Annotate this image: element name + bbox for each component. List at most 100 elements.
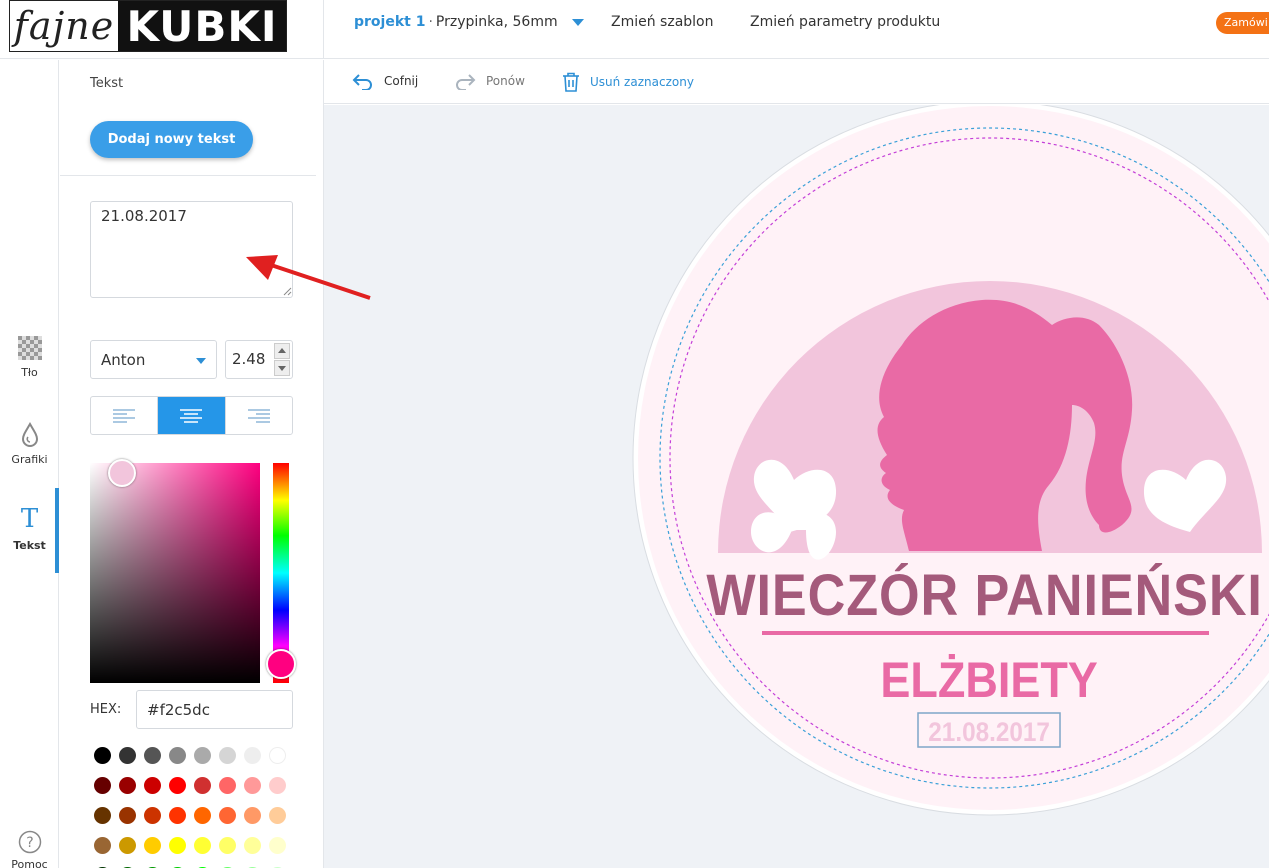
undo-label: Cofnij [384, 74, 419, 88]
rail-label-background: Tło [21, 366, 38, 379]
color-swatch[interactable] [219, 836, 236, 854]
swatch-row [94, 800, 294, 830]
redo-label: Ponów [486, 74, 525, 88]
rail-item-graphics[interactable]: Grafiki [0, 422, 59, 466]
add-text-button[interactable]: Dodaj nowy tekst [90, 121, 253, 158]
design-canvas[interactable]: WIECZÓR PANIEŃSKI ELŻBIETY 21.08.2017 [324, 105, 1269, 868]
color-swatch[interactable] [144, 746, 161, 764]
hex-label: HEX: [90, 702, 122, 717]
rail-item-background[interactable]: Tło [0, 336, 59, 379]
change-template-link[interactable]: Zmień szablon [611, 14, 714, 30]
color-swatch[interactable] [269, 776, 286, 794]
color-swatch[interactable] [194, 836, 211, 854]
logo-bold-text: KUBKI [118, 1, 286, 51]
color-swatch[interactable] [244, 806, 261, 824]
color-swatch[interactable] [94, 746, 111, 764]
color-swatch[interactable] [119, 776, 136, 794]
project-name: projekt 1 [354, 14, 426, 30]
color-swatch[interactable] [269, 836, 286, 854]
hue-slider-handle[interactable] [266, 649, 296, 679]
hex-input[interactable]: #f2c5dc [136, 690, 293, 729]
triangle-up-icon [278, 348, 286, 353]
delete-label: Usuń zaznaczony [590, 75, 694, 89]
color-swatch[interactable] [219, 746, 236, 764]
color-swatch[interactable] [119, 836, 136, 854]
color-swatch[interactable] [219, 806, 236, 824]
color-swatch[interactable] [269, 746, 286, 764]
align-right-icon [247, 408, 270, 423]
spin-down-button[interactable] [274, 360, 290, 376]
align-right-button[interactable] [226, 397, 292, 434]
color-swatch[interactable] [144, 836, 161, 854]
color-swatch[interactable] [194, 746, 211, 764]
swatch-row [94, 740, 294, 770]
swatch-row [94, 860, 294, 868]
checker-icon [17, 336, 42, 360]
font-size-value: 2.48 [232, 350, 266, 368]
panel-heading: Tekst [90, 76, 124, 91]
color-swatch[interactable] [244, 746, 261, 764]
delete-selected-button[interactable]: Usuń zaznaczony [562, 72, 694, 92]
color-swatch[interactable] [94, 776, 111, 794]
color-swatch[interactable] [169, 746, 186, 764]
active-indicator [55, 488, 59, 573]
font-select-value: Anton [101, 351, 146, 369]
drop-icon [21, 422, 38, 447]
color-swatch[interactable] [94, 836, 111, 854]
color-swatch[interactable] [94, 806, 111, 824]
chevron-down-icon[interactable] [571, 18, 584, 26]
color-swatch[interactable] [219, 776, 236, 794]
font-select[interactable]: Anton [90, 340, 217, 379]
color-swatch[interactable] [119, 746, 136, 764]
align-center-button[interactable] [158, 397, 226, 434]
color-swatch[interactable] [269, 806, 286, 824]
edit-toolbar: Cofnij Ponów Usuń zaznaczony [324, 60, 1269, 104]
color-swatch[interactable] [119, 806, 136, 824]
font-size-input[interactable]: 2.48 [225, 340, 293, 379]
design-date[interactable]: 21.08.2017 [928, 718, 1050, 747]
project-separator: · [428, 14, 433, 30]
logo[interactable]: fajne KUBKI [9, 0, 287, 52]
svg-text:?: ? [26, 835, 33, 851]
color-swatch[interactable] [194, 806, 211, 824]
design-name[interactable]: ELŻBIETY [880, 653, 1097, 709]
color-swatch[interactable] [144, 776, 161, 794]
color-swatch[interactable] [244, 836, 261, 854]
swatch-row [94, 770, 294, 800]
annotation-arrow [246, 255, 371, 300]
divider [323, 0, 324, 59]
change-product-params-link[interactable]: Zmień parametry produktu [750, 14, 940, 30]
align-left-button[interactable] [91, 397, 159, 434]
redo-icon [456, 74, 476, 90]
title-underline[interactable] [762, 631, 1209, 635]
swatch-row [94, 830, 294, 860]
undo-button[interactable]: Cofnij [352, 72, 418, 90]
rail-item-help[interactable]: ? Pomoc [0, 830, 59, 868]
project-product: Przypinka, 56mm [435, 14, 558, 30]
align-left-icon [113, 408, 136, 423]
text-T-icon: T [20, 504, 39, 534]
color-picker-handle[interactable] [108, 459, 136, 487]
color-saturation-area[interactable] [90, 463, 260, 683]
triangle-down-icon [278, 366, 286, 371]
color-swatch[interactable] [194, 776, 211, 794]
text-panel: Tekst Dodaj nowy tekst 21.08.2017 Anton … [60, 60, 382, 868]
spin-up-button[interactable] [274, 343, 290, 359]
divider [60, 175, 316, 176]
redo-button[interactable]: Ponów [454, 72, 525, 90]
color-swatch[interactable] [169, 836, 186, 854]
color-swatch[interactable] [169, 776, 186, 794]
color-swatch[interactable] [244, 776, 261, 794]
color-swatch[interactable] [169, 806, 186, 824]
rail-label-text: Tekst [13, 539, 46, 552]
color-swatches [94, 740, 294, 868]
design-title[interactable]: WIECZÓR PANIEŃSKI [706, 562, 1262, 627]
help-icon: ? [18, 830, 41, 854]
order-button[interactable]: Zamówi [1216, 12, 1269, 34]
rail-item-text[interactable]: T Tekst [0, 506, 59, 552]
color-swatch[interactable] [144, 806, 161, 824]
rail-label-help: Pomoc [11, 858, 48, 868]
trash-icon [563, 72, 579, 92]
text-align-group [90, 396, 293, 435]
project-selector[interactable]: projekt 1 · Przypinka, 56mm [354, 14, 584, 30]
